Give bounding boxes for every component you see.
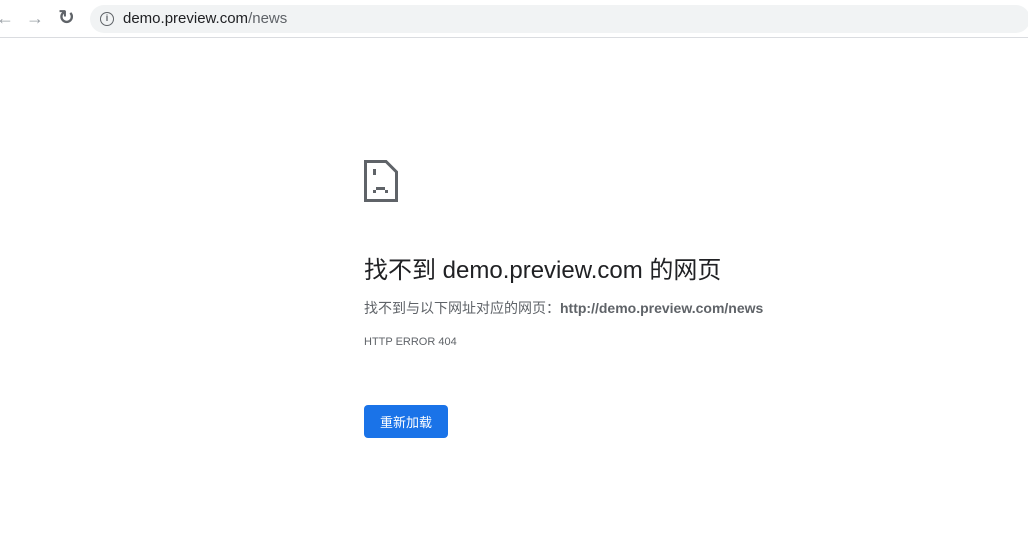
browser-toolbar: ← → ↻ i demo.preview.com/news — [0, 0, 1028, 38]
sad-document-icon — [364, 160, 398, 202]
desc-url: http://demo.preview.com/news — [560, 300, 764, 316]
desc-prefix: 找不到与以下网址对应的网页： — [364, 300, 560, 316]
error-description: 找不到与以下网址对应的网页：http://demo.preview.com/ne… — [364, 298, 763, 318]
reload-icon[interactable]: ↻ — [58, 8, 75, 28]
url-path: /news — [248, 10, 288, 27]
error-code: HTTP ERROR 404 — [364, 336, 457, 348]
url-text[interactable]: demo.preview.com/news — [123, 10, 287, 27]
url-host: demo.preview.com — [123, 10, 249, 27]
reload-button[interactable]: 重新加载 — [364, 405, 448, 438]
back-icon[interactable]: ← — [0, 8, 14, 28]
error-title: 找不到 demo.preview.com 的网页 — [364, 257, 722, 284]
info-icon[interactable]: i — [100, 12, 114, 26]
forward-icon[interactable]: → — [26, 8, 44, 28]
address-bar[interactable]: i demo.preview.com/news — [90, 5, 1028, 33]
